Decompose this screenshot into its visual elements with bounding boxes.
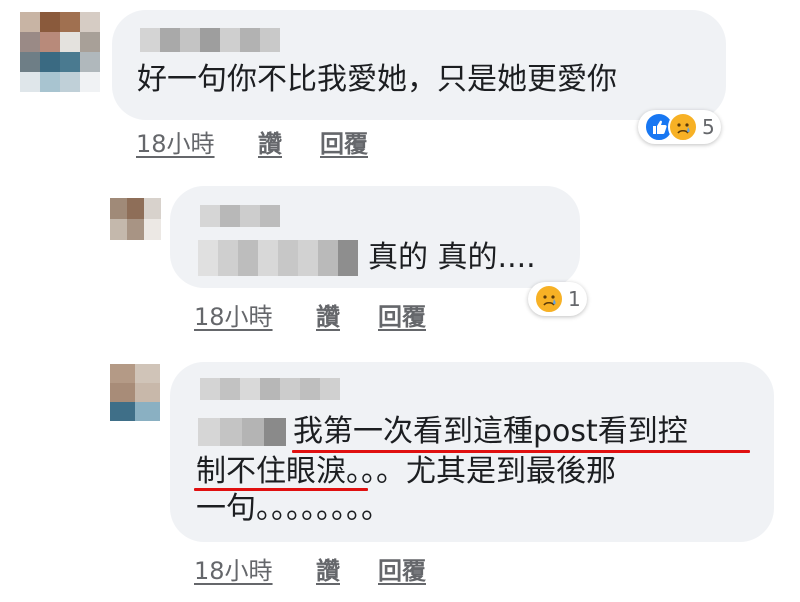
timestamp-link[interactable]: 18小時 [136, 124, 215, 159]
reaction-summary[interactable]: 1 [528, 282, 587, 316]
author-name-blurred[interactable] [140, 28, 280, 52]
comment-text-line: 我第一次看到這種post看到控 [293, 414, 688, 449]
avatar[interactable] [110, 198, 161, 240]
like-link[interactable]: 讚 [316, 551, 340, 586]
like-link[interactable]: 讚 [258, 124, 282, 159]
reply-link[interactable]: 回覆 [378, 551, 426, 586]
avatar[interactable] [110, 364, 160, 421]
reply-link[interactable]: 回覆 [320, 124, 368, 159]
comment-text: 真的 真的.... [368, 240, 536, 275]
sad-icon [668, 112, 698, 142]
reply-link[interactable]: 回覆 [378, 297, 426, 332]
timestamp-link[interactable]: 18小時 [194, 551, 273, 586]
blurred-text [198, 418, 286, 446]
reaction-count: 5 [702, 115, 715, 139]
reaction-count: 1 [568, 287, 581, 311]
reaction-summary[interactable]: 5 [638, 110, 721, 144]
comment-text: 好一句你不比我愛她，只是她更愛你 [137, 62, 617, 97]
comment-text-line: 制不住眼淚。。。尤其是到最後那 [196, 454, 616, 489]
like-link[interactable]: 讚 [316, 297, 340, 332]
sad-icon [534, 284, 564, 314]
author-name-blurred[interactable] [200, 205, 280, 227]
comment-text-line: 一句。。。。。。。。 [196, 491, 391, 526]
author-name-blurred[interactable] [200, 378, 340, 400]
timestamp-link[interactable]: 18小時 [194, 297, 273, 332]
blurred-text [198, 240, 358, 276]
avatar[interactable] [20, 12, 100, 92]
